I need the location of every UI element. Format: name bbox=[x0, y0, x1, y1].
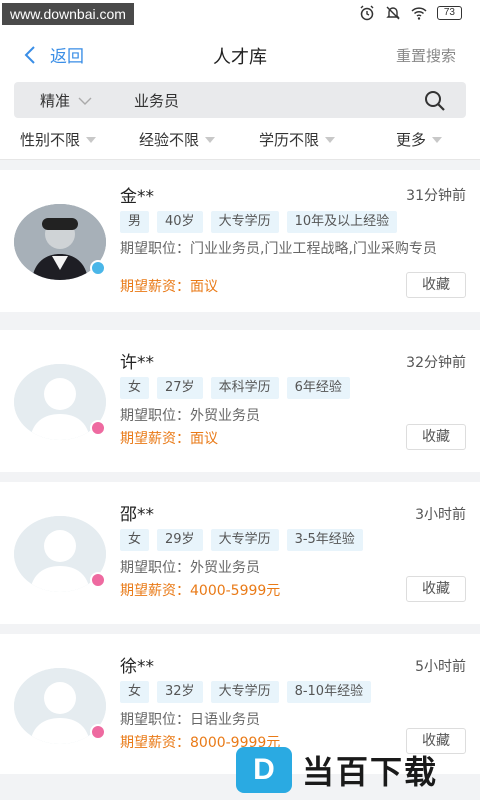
logo-text: 当百下载 bbox=[302, 753, 439, 791]
candidate-card[interactable]: 金** 31分钟前 男 40岁 大专学历 10年及以上经验 期望职位：门业业务员… bbox=[0, 170, 480, 312]
expected-salary: 期望薪资：面议 bbox=[120, 279, 218, 295]
tag-education: 大专学历 bbox=[210, 681, 279, 703]
site-watermark: www.downbai.com bbox=[2, 3, 134, 25]
female-gender-icon bbox=[90, 724, 106, 740]
candidate-name: 徐** bbox=[120, 657, 154, 677]
caret-down-icon bbox=[205, 136, 216, 143]
favorite-button[interactable]: 收藏 bbox=[406, 424, 466, 450]
favorite-button[interactable]: 收藏 bbox=[406, 272, 466, 298]
male-gender-icon bbox=[90, 260, 106, 276]
tag-education: 大专学历 bbox=[210, 211, 279, 233]
avatar[interactable] bbox=[14, 364, 106, 440]
watermark-logo: D 当百下载 bbox=[236, 740, 480, 800]
update-time: 32分钟前 bbox=[406, 355, 466, 371]
female-gender-icon bbox=[90, 420, 106, 436]
candidate-card[interactable]: 邵** 3小时前 女 29岁 大专学历 3-5年经验 期望职位：外贸业务员 期望… bbox=[0, 482, 480, 624]
tag-gender: 女 bbox=[120, 377, 150, 399]
update-time: 3小时前 bbox=[415, 507, 466, 523]
status-bar: www.downbai.com 73 bbox=[0, 0, 480, 28]
logo-badge: D bbox=[236, 747, 292, 793]
avatar[interactable] bbox=[14, 668, 106, 744]
expected-position: 期望职位：门业业务员,门业工程战略,门业采购专员 bbox=[120, 241, 437, 257]
filter-label: 性别不限 bbox=[20, 131, 81, 149]
candidate-name: 邵** bbox=[120, 505, 154, 525]
candidate-tags: 女 29岁 大专学历 3-5年经验 bbox=[120, 529, 363, 551]
reset-search-button[interactable]: 重置搜索 bbox=[396, 45, 456, 66]
tag-gender: 女 bbox=[120, 681, 150, 703]
search-icon[interactable] bbox=[424, 90, 446, 112]
update-time: 31分钟前 bbox=[406, 188, 466, 204]
avatar[interactable] bbox=[14, 204, 106, 280]
back-button[interactable]: 返回 bbox=[24, 42, 84, 67]
tag-age: 40岁 bbox=[157, 211, 203, 233]
expected-salary: 期望薪资：4000-5999元 bbox=[120, 583, 281, 599]
tag-experience: 10年及以上经验 bbox=[286, 211, 398, 233]
tag-experience: 8-10年经验 bbox=[286, 681, 372, 703]
update-time: 5小时前 bbox=[415, 659, 466, 675]
candidate-card[interactable]: 许** 32分钟前 女 27岁 本科学历 6年经验 期望职位：外贸业务员 期望薪… bbox=[0, 330, 480, 472]
filter-bar: 性别不限 经验不限 学历不限 更多 bbox=[0, 118, 480, 160]
caret-down-icon bbox=[325, 136, 336, 143]
tag-gender: 男 bbox=[120, 211, 150, 233]
caret-down-icon bbox=[86, 136, 97, 143]
alarm-icon bbox=[360, 5, 374, 21]
candidate-tags: 男 40岁 大专学历 10年及以上经验 bbox=[120, 211, 398, 233]
filter-gender[interactable]: 性别不限 bbox=[20, 129, 97, 150]
search-mode-dropdown[interactable]: 精准 bbox=[40, 90, 92, 111]
filter-experience[interactable]: 经验不限 bbox=[139, 129, 216, 150]
tag-education: 大专学历 bbox=[210, 529, 279, 551]
filter-label: 经验不限 bbox=[139, 131, 200, 149]
search-input[interactable]: 业务员 bbox=[134, 90, 179, 111]
favorite-button[interactable]: 收藏 bbox=[406, 576, 466, 602]
tag-age: 27岁 bbox=[157, 377, 203, 399]
candidate-name: 金** bbox=[120, 187, 154, 207]
battery-indicator: 73 bbox=[436, 6, 462, 20]
candidate-tags: 女 32岁 大专学历 8-10年经验 bbox=[120, 681, 372, 703]
candidate-tags: 女 27岁 本科学历 6年经验 bbox=[120, 377, 350, 399]
status-icons: 73 bbox=[359, 5, 462, 21]
search-area: 精准 业务员 bbox=[0, 82, 480, 118]
expected-salary: 期望薪资：面议 bbox=[120, 431, 218, 447]
top-nav-bar: 返回 人才库 重置搜索 bbox=[0, 28, 480, 82]
filter-label: 更多 bbox=[396, 131, 427, 149]
filter-label: 学历不限 bbox=[259, 131, 320, 149]
tag-experience: 6年经验 bbox=[286, 377, 350, 399]
tag-gender: 女 bbox=[120, 529, 150, 551]
chevron-down-icon bbox=[78, 97, 92, 105]
wifi-icon bbox=[411, 7, 427, 20]
search-bar[interactable]: 精准 业务员 bbox=[14, 82, 466, 118]
filter-more[interactable]: 更多 bbox=[396, 129, 443, 150]
avatar[interactable] bbox=[14, 516, 106, 592]
tag-experience: 3-5年经验 bbox=[286, 529, 363, 551]
mute-bell-icon bbox=[386, 6, 400, 20]
search-mode-label: 精准 bbox=[40, 92, 71, 110]
tag-age: 29岁 bbox=[157, 529, 203, 551]
candidate-name: 许** bbox=[120, 353, 154, 373]
chevron-left-icon bbox=[24, 45, 35, 64]
filter-education[interactable]: 学历不限 bbox=[259, 129, 336, 150]
back-label: 返回 bbox=[50, 47, 84, 67]
tag-education: 本科学历 bbox=[210, 377, 279, 399]
caret-down-icon bbox=[432, 136, 443, 143]
female-gender-icon bbox=[90, 572, 106, 588]
tag-age: 32岁 bbox=[157, 681, 203, 703]
